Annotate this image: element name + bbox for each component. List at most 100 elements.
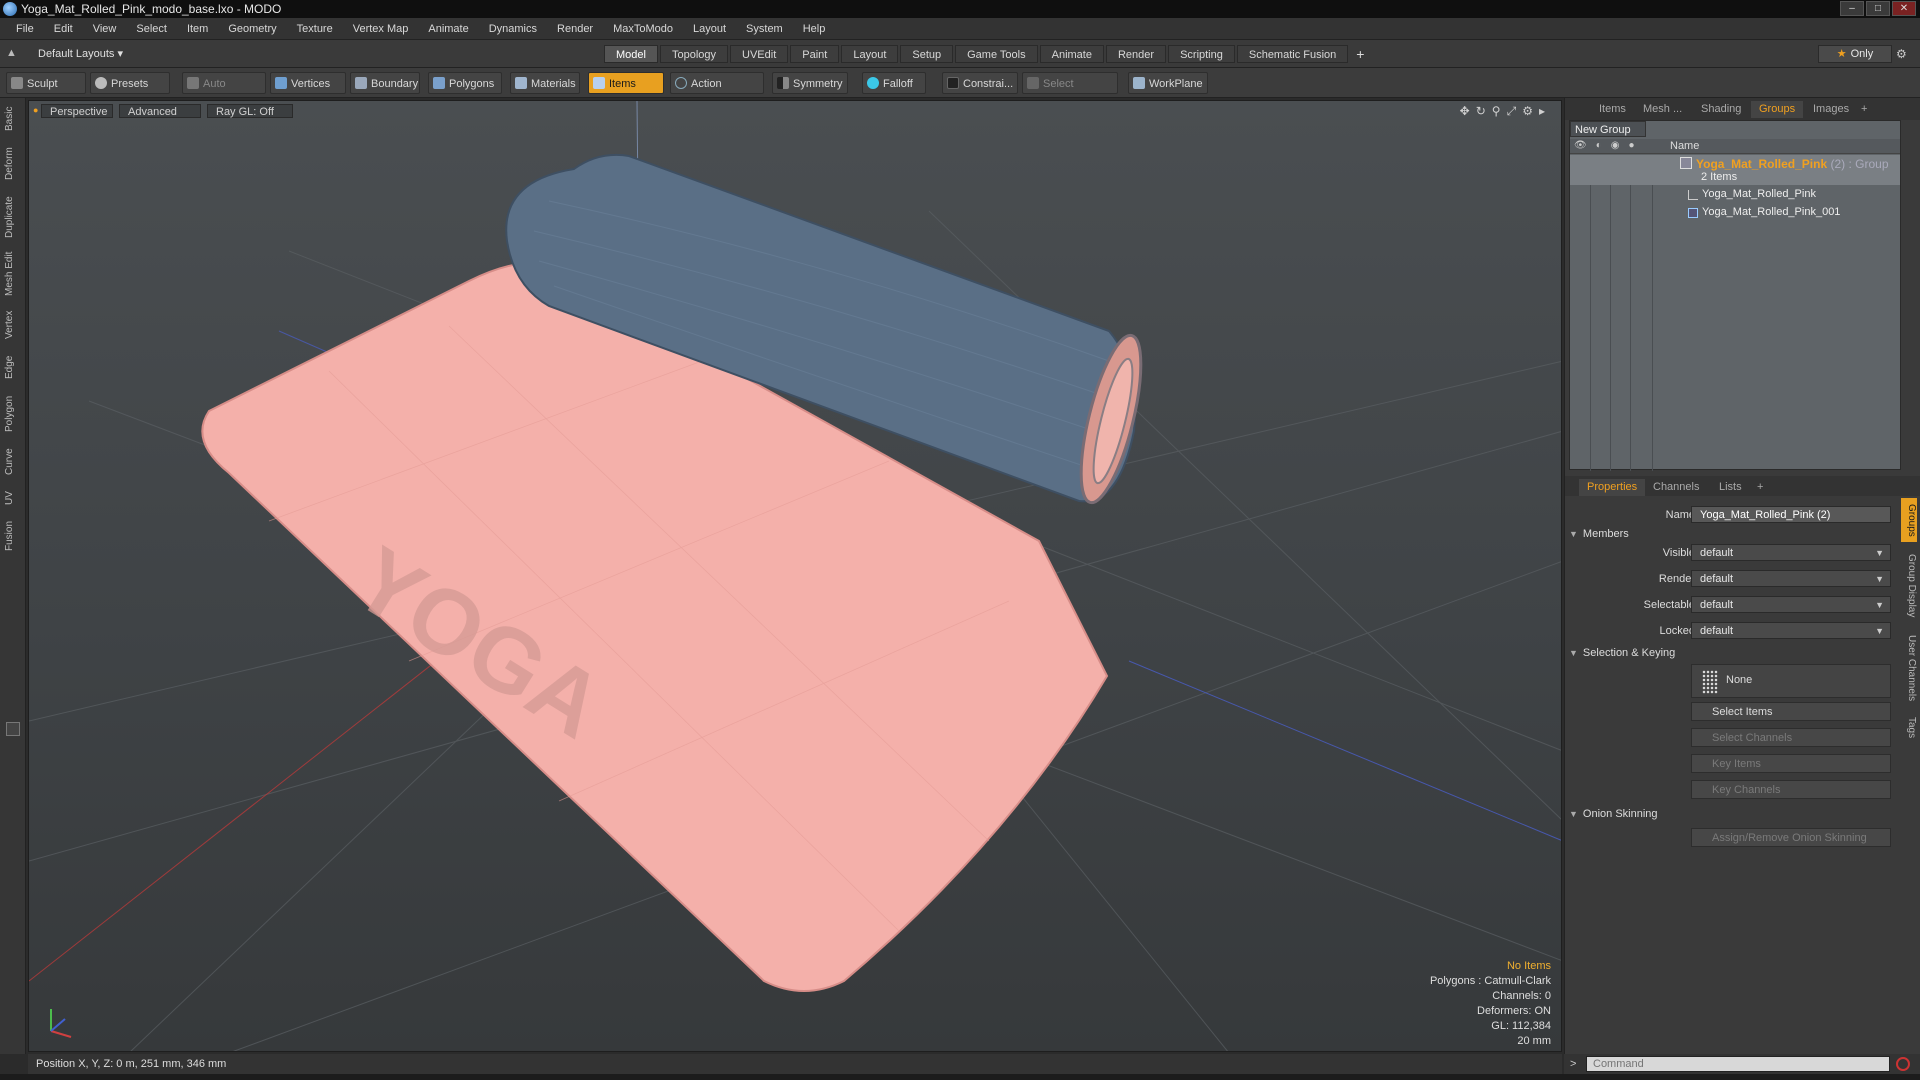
collapse-up-icon[interactable]: ▲ xyxy=(6,47,20,61)
left-tab-curve[interactable]: Curve xyxy=(4,446,20,478)
visibility-eye-icon[interactable]: 👁 xyxy=(1574,140,1587,151)
sculpt-button[interactable]: Sculpt xyxy=(6,72,86,94)
menu-layout[interactable]: Layout xyxy=(683,23,736,35)
tab-render[interactable]: Render xyxy=(1105,45,1167,63)
menu-view[interactable]: View xyxy=(83,23,127,35)
auto-select-button[interactable]: Auto Select xyxy=(182,72,266,112)
symmetry-button[interactable]: Symmetry xyxy=(772,72,848,94)
fit-icon[interactable]: ⤢ xyxy=(1507,104,1517,119)
menu-help[interactable]: Help xyxy=(793,23,836,35)
tab-animate[interactable]: Animate xyxy=(1039,45,1104,63)
rotate-icon[interactable]: ↻ xyxy=(1476,104,1486,119)
left-tab-basic[interactable]: Basic xyxy=(4,104,20,134)
selection-keying-section[interactable]: ▼ Selection & Keying xyxy=(1569,645,1905,661)
menu-select[interactable]: Select xyxy=(126,23,177,35)
locked-dropdown[interactable]: default ▼ xyxy=(1691,622,1891,639)
tab-channels[interactable]: Channels xyxy=(1645,479,1707,496)
list-item[interactable]: Yoga_Mat_Rolled_Pink_001 xyxy=(1570,205,1900,221)
tab-setup[interactable]: Setup xyxy=(900,45,954,63)
name-field[interactable]: Yoga_Mat_Rolled_Pink (2) xyxy=(1691,506,1891,523)
lock-icon[interactable]: ● xyxy=(1628,140,1634,151)
viewport-menu-dot-icon[interactable]: ● xyxy=(33,105,38,115)
tab-groups[interactable]: Groups xyxy=(1751,101,1804,118)
left-tab-edge[interactable]: Edge xyxy=(4,352,20,382)
new-group-button[interactable]: New Group xyxy=(1570,121,1646,137)
pan-icon[interactable]: ✥ xyxy=(1460,104,1470,119)
tab-images[interactable]: Images xyxy=(1805,101,1857,118)
advanced-button[interactable]: Advanced xyxy=(119,104,201,118)
viewport-expand-icon[interactable]: ▸ xyxy=(1539,104,1545,119)
select-items-button[interactable]: Select Items xyxy=(1691,702,1891,721)
assign-onion-skinning-button[interactable]: Assign/Remove Onion Skinning xyxy=(1691,828,1891,847)
side-tab-groups[interactable]: Groups xyxy=(1901,498,1917,542)
tab-topology[interactable]: Topology xyxy=(659,45,729,63)
onion-skinning-section[interactable]: ▼ Onion Skinning xyxy=(1569,806,1905,822)
menu-item[interactable]: Item xyxy=(177,23,218,35)
select-channels-button[interactable]: Select Channels xyxy=(1691,728,1891,747)
vertices-button[interactable]: Vertices 1 xyxy=(270,72,346,112)
workplane-button[interactable]: WorkPlane xyxy=(1128,72,1208,94)
side-tab-user-channels[interactable]: User Channels xyxy=(1901,630,1917,706)
constraints-button[interactable]: Constrai... xyxy=(942,72,1018,94)
tab-properties[interactable]: Properties xyxy=(1579,479,1646,496)
boundary-button[interactable]: Boundary xyxy=(350,72,420,94)
tab-layout[interactable]: Layout xyxy=(841,45,899,63)
add-panel-tab-button[interactable]: + xyxy=(1853,101,1875,118)
add-props-tab-button[interactable]: + xyxy=(1749,479,1771,496)
menu-maxtomodo[interactable]: MaxToModo xyxy=(603,23,683,35)
left-toggle-box[interactable] xyxy=(6,722,20,736)
menu-render[interactable]: Render xyxy=(547,23,603,35)
tab-scripting[interactable]: Scripting xyxy=(1168,45,1235,63)
falloff-button[interactable]: Falloff xyxy=(862,72,926,94)
add-tab-button[interactable]: + xyxy=(1350,45,1370,63)
only-toggle[interactable]: ★ Only xyxy=(1818,45,1892,63)
render-icon[interactable]: ◐ xyxy=(1596,140,1602,151)
raygl-button[interactable]: Ray GL: Off xyxy=(207,104,293,118)
presets-button[interactable]: Presets xyxy=(90,72,170,94)
materials-button[interactable]: Materials xyxy=(510,72,580,94)
left-tab-uv[interactable]: UV xyxy=(4,488,20,508)
tab-mesh[interactable]: Mesh ... xyxy=(1635,101,1690,118)
command-input[interactable] xyxy=(1586,1056,1890,1072)
gear-icon[interactable]: ⚙ xyxy=(1896,47,1907,61)
perspective-button[interactable]: Perspective xyxy=(41,104,113,118)
render-dropdown[interactable]: default ▼ xyxy=(1691,570,1891,587)
select-lock-icon[interactable]: ◉ xyxy=(1611,140,1620,151)
menu-vertex-map[interactable]: Vertex Map xyxy=(343,23,419,35)
key-items-button[interactable]: Key Items xyxy=(1691,754,1891,773)
key-channels-button[interactable]: Key Channels xyxy=(1691,780,1891,799)
menu-geometry[interactable]: Geometry xyxy=(218,23,286,35)
stop-icon[interactable] xyxy=(1896,1057,1910,1071)
left-tab-deform[interactable]: Deform xyxy=(4,144,20,184)
tab-items[interactable]: Items xyxy=(1591,101,1634,118)
left-tab-polygon[interactable]: Polygon xyxy=(4,392,20,436)
menu-dynamics[interactable]: Dynamics xyxy=(479,23,547,35)
list-item[interactable]: Yoga_Mat_Rolled_Pink xyxy=(1570,187,1900,203)
action-center-button[interactable]: Action Center xyxy=(670,72,764,112)
viewport-gear-icon[interactable]: ⚙ xyxy=(1522,104,1533,119)
left-tab-fusion[interactable]: Fusion xyxy=(4,518,20,554)
menu-file[interactable]: File xyxy=(6,23,44,35)
minimize-button[interactable]: – xyxy=(1840,1,1864,16)
side-tab-tags[interactable]: Tags xyxy=(1901,712,1917,744)
select-through-button[interactable]: Select Through xyxy=(1022,72,1118,112)
group-row[interactable]: Yoga_Mat_Rolled_Pink (2) : Group 2 Items xyxy=(1570,155,1900,185)
side-tab-group-display[interactable]: Group Display xyxy=(1901,548,1917,624)
selectable-dropdown[interactable]: default ▼ xyxy=(1691,596,1891,613)
tab-model[interactable]: Model xyxy=(604,45,658,63)
3d-viewport[interactable]: YOGA ● Perspective Advanced Ray GL: Off … xyxy=(28,100,1562,1052)
tab-schematic-fusion[interactable]: Schematic Fusion xyxy=(1236,45,1349,63)
layouts-dropdown[interactable]: Default Layouts ▾ xyxy=(38,47,123,60)
close-button[interactable]: ✕ xyxy=(1892,1,1916,16)
left-tab-vertex[interactable]: Vertex xyxy=(4,308,20,342)
visible-dropdown[interactable]: default ▼ xyxy=(1691,544,1891,561)
tab-lists[interactable]: Lists xyxy=(1711,479,1750,496)
none-selector[interactable]: None xyxy=(1691,664,1891,698)
tab-paint[interactable]: Paint xyxy=(790,45,840,63)
maximize-button[interactable]: □ xyxy=(1866,1,1890,16)
tab-uvedit[interactable]: UVEdit xyxy=(730,45,789,63)
zoom-icon[interactable]: ⚲ xyxy=(1492,104,1501,119)
menu-edit[interactable]: Edit xyxy=(44,23,83,35)
menu-system[interactable]: System xyxy=(736,23,793,35)
tab-game-tools[interactable]: Game Tools xyxy=(955,45,1038,63)
